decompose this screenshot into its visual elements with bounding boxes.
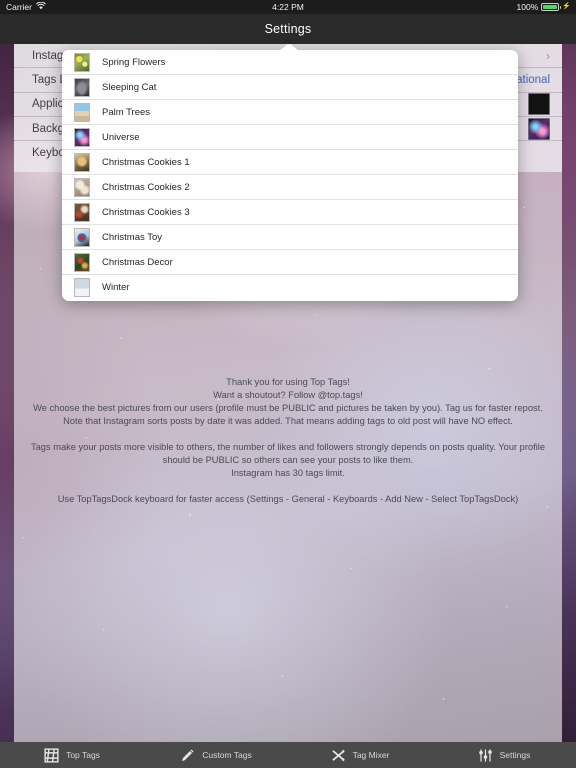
list-item-label: Winter [102, 282, 130, 293]
list-item[interactable]: Palm Trees [62, 100, 518, 125]
settings-row-value: › [546, 50, 550, 62]
list-item[interactable]: Spring Flowers [62, 50, 518, 75]
christmas-cookies-2-thumbnail-icon [74, 177, 90, 197]
info-line: Want a shoutout? Follow @top.tags! [213, 390, 363, 400]
list-item-label: Universe [102, 131, 140, 143]
winter-thumbnail-icon [74, 278, 90, 297]
christmas-cookies-3-thumbnail-icon [74, 202, 90, 222]
shuffle-icon [331, 748, 346, 763]
list-item[interactable]: Sleeping Cat [62, 75, 518, 100]
status-bar-time: 4:22 PM [272, 2, 304, 12]
list-item-label: Christmas Toy [102, 231, 163, 243]
list-item[interactable]: Universe [62, 125, 518, 150]
background-image-swatch[interactable] [528, 117, 550, 140]
background-image-list: Spring Flowers Sleeping Cat Palm Trees U… [62, 50, 518, 300]
info-line: Use TopTagsDock keyboard for faster acce… [57, 494, 519, 504]
tab-label: Tag Mixer [352, 750, 390, 760]
list-item[interactable]: Winter [62, 275, 518, 300]
christmas-cookies-1-thumbnail-icon [74, 152, 90, 172]
list-item[interactable]: Christmas Cookies 2 [62, 175, 518, 200]
tab-custom-tags[interactable]: Custom Tags [144, 748, 288, 763]
list-item-label: Christmas Cookies 2 [102, 181, 190, 193]
info-text-block: Thank you for using Top Tags! Want a sho… [14, 376, 562, 506]
list-item-label: Spring Flowers [102, 56, 166, 68]
tab-label: Top Tags [66, 750, 100, 760]
list-item-label: Christmas Cookies 1 [102, 156, 190, 168]
tab-settings[interactable]: Settings [432, 748, 576, 763]
list-item[interactable]: Christmas Toy [62, 225, 518, 250]
info-line: Instagram has 30 tags limit. [231, 468, 345, 478]
universe-thumbnail-icon [74, 127, 90, 147]
list-item[interactable]: Christmas Cookies 1 [62, 150, 518, 175]
settings-row-value [528, 93, 550, 116]
info-line: Note that Instagram sorts posts by date … [63, 416, 513, 426]
app-root: Carrier 4:22 PM 100% ⚡ Settings Instagra… [0, 0, 576, 768]
list-item-label: Christmas Cookies 3 [102, 206, 190, 218]
list-item-label: Palm Trees [102, 106, 151, 118]
list-item[interactable]: Christmas Decor [62, 250, 518, 275]
info-line: Thank you for using Top Tags! [226, 377, 350, 387]
background-image-picker-popover: Spring Flowers Sleeping Cat Palm Trees U… [62, 50, 518, 301]
tab-top-tags[interactable]: Top Tags [0, 747, 144, 763]
list-item-label: Sleeping Cat [102, 81, 157, 93]
pencil-icon [180, 748, 195, 763]
list-item-label: Christmas Decor [102, 256, 173, 268]
settings-row-value [528, 117, 550, 140]
list-item[interactable]: Christmas Cookies 3 [62, 200, 518, 225]
chevron-right-icon: › [546, 48, 550, 63]
palm-trees-thumbnail-icon [74, 102, 90, 122]
christmas-decor-thumbnail-icon [74, 252, 90, 272]
popover-arrow [279, 43, 299, 51]
battery-full-icon [541, 3, 562, 11]
christmas-toy-thumbnail-icon [74, 227, 90, 247]
tab-label: Custom Tags [202, 750, 252, 760]
theme-color-swatch[interactable] [528, 93, 550, 116]
info-line: Tags make your posts more visible to oth… [30, 442, 545, 465]
sliders-icon [478, 748, 493, 763]
sleeping-cat-thumbnail-icon [74, 77, 90, 97]
tab-label: Settings [499, 750, 531, 760]
navigation-bar: Settings [0, 14, 576, 44]
page-title: Settings [264, 22, 312, 36]
hashtag-icon [44, 747, 59, 763]
tab-bar: Top Tags Custom Tags Tag Mixer Settings [0, 742, 576, 768]
tab-tag-mixer[interactable]: Tag Mixer [288, 748, 432, 763]
spring-flowers-thumbnail-icon [74, 52, 90, 72]
status-bar: Carrier 4:22 PM 100% ⚡ [0, 0, 576, 14]
info-line: We choose the best pictures from our use… [33, 403, 543, 413]
